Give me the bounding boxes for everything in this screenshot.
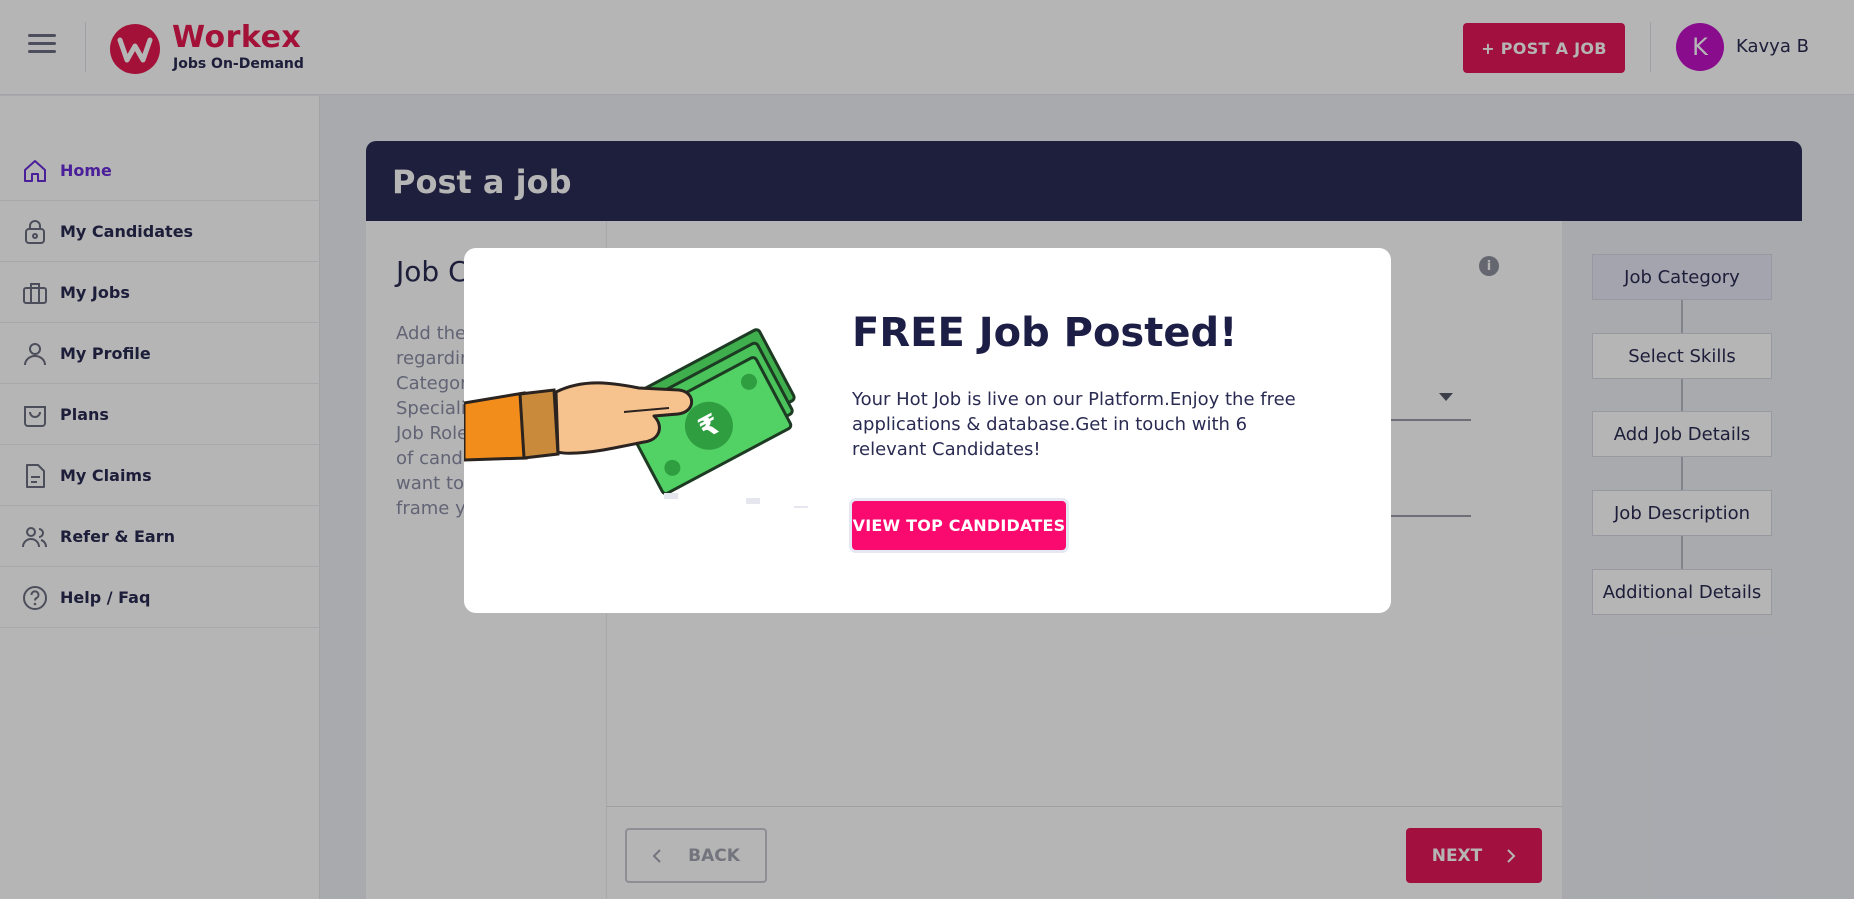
- view-top-candidates-button[interactable]: VIEW TOP CANDIDATES: [852, 501, 1066, 550]
- job-posted-modal: ₹ FREE Job Posted! Your Hot Job is live …: [464, 248, 1391, 613]
- modal-message: Your Hot Job is live on our Platform.Enj…: [852, 389, 1296, 460]
- modal-title: FREE Job Posted!: [852, 310, 1238, 356]
- money-hand-illustration-icon: ₹: [464, 328, 808, 508]
